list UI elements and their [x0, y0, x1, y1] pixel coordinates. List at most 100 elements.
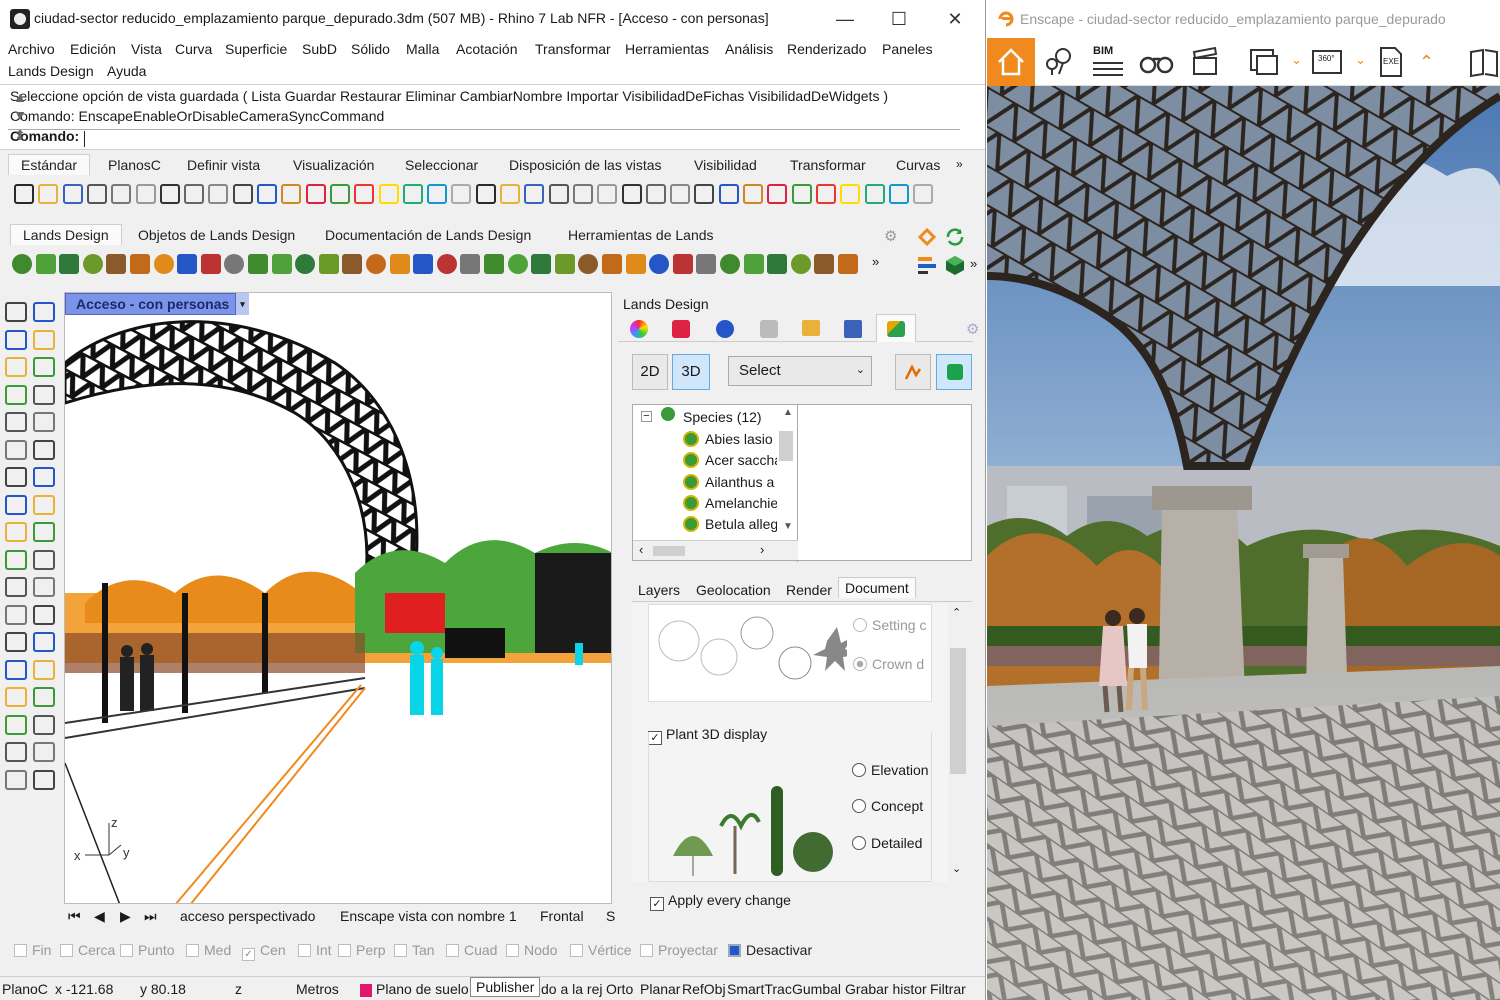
standard-tool-icon[interactable] — [913, 184, 934, 204]
status-smarttrack[interactable]: SmartTrac — [727, 981, 792, 997]
lands-tool-icon[interactable] — [82, 254, 103, 274]
last-view-icon[interactable]: ⏭ — [144, 908, 157, 925]
lands-tool-icon[interactable] — [767, 254, 788, 274]
tree-scroll-down-icon[interactable]: ▼ — [783, 521, 793, 532]
standard-tool-icon[interactable] — [329, 184, 350, 204]
osnap-checkbox[interactable] — [14, 944, 27, 957]
tab-definir-vista[interactable]: Definir vista — [187, 157, 260, 173]
lands-tool-icon[interactable] — [838, 254, 858, 274]
standard-tool-icon[interactable] — [743, 184, 763, 204]
left-tool-icon[interactable] — [33, 577, 55, 597]
standard-tool-icon[interactable] — [257, 184, 277, 204]
location-pins-icon[interactable] — [1043, 46, 1075, 78]
osnap-checkbox[interactable] — [338, 944, 351, 957]
tools-icon[interactable] — [760, 320, 778, 338]
osnap-vértice[interactable]: Vértice — [570, 942, 632, 958]
species-item[interactable]: Abies lasio — [705, 431, 777, 447]
standard-tool-icon[interactable] — [305, 184, 326, 204]
left-tool-icon[interactable] — [5, 329, 27, 350]
render-icon[interactable] — [716, 320, 734, 338]
osnap-checkbox[interactable] — [298, 944, 311, 957]
standard-tool-icon[interactable] — [548, 184, 569, 204]
left-tool-icon[interactable] — [33, 302, 55, 322]
osnap-fin[interactable]: Fin — [14, 942, 51, 958]
command-spin-icon[interactable]: ⬍ — [10, 127, 30, 145]
lands-tool-icon[interactable] — [130, 254, 150, 274]
standard-tool-icon[interactable] — [888, 184, 909, 204]
left-tool-icon[interactable] — [33, 769, 55, 790]
display-concept-option[interactable]: Concept — [852, 798, 923, 814]
lands-tool-icon[interactable] — [271, 254, 292, 274]
lands-tool-icon[interactable] — [436, 254, 457, 274]
osnap-cen[interactable]: ✓ Cen — [242, 942, 286, 961]
tree-scroll-right-icon[interactable]: › — [760, 542, 764, 557]
history-scroll-up-icon[interactable]: ▲ — [10, 89, 30, 107]
standard-tool-icon[interactable] — [791, 184, 812, 204]
binoculars-icon[interactable] — [1139, 48, 1175, 76]
doc-scroll-up-icon[interactable]: ⌃ — [952, 606, 961, 619]
lands-tool-icon[interactable] — [59, 254, 80, 274]
menu-herramientas[interactable]: Herramientas — [625, 41, 709, 57]
status-layer[interactable]: Plano de suelo — [376, 981, 469, 997]
panorama-360-icon[interactable]: 360° — [1311, 46, 1345, 78]
left-tool-icon[interactable] — [5, 384, 27, 405]
menu-transformar[interactable]: Transformar — [535, 41, 611, 57]
left-tool-icon[interactable] — [33, 604, 55, 625]
materials-icon[interactable] — [672, 320, 690, 338]
history-scroll-down-icon[interactable]: ▼ — [10, 107, 30, 125]
left-tool-icon[interactable] — [33, 714, 55, 735]
collapse-tree-icon[interactable]: − — [641, 411, 652, 422]
tab-herramientas-lands[interactable]: Herramientas de Lands — [568, 227, 714, 243]
osnap-punto[interactable]: Punto — [120, 942, 175, 958]
tree-scroll-left-icon[interactable]: ‹ — [639, 542, 643, 557]
lands-tool-icon[interactable] — [720, 254, 740, 274]
osnap-med[interactable]: Med — [186, 942, 231, 958]
left-tool-icon[interactable] — [5, 439, 27, 460]
species-item[interactable]: Amelanchie — [705, 495, 777, 511]
lands-tool-icon[interactable] — [224, 254, 245, 274]
status-gumball[interactable]: Gumbal — [792, 981, 841, 997]
osnap-checkbox[interactable] — [728, 944, 741, 957]
left-tool-icon[interactable] — [5, 467, 27, 487]
standard-tool-icon[interactable] — [427, 184, 448, 204]
tab-curvas[interactable]: Curvas — [896, 157, 940, 173]
enscape-sync-icon[interactable] — [944, 226, 966, 248]
osnap-checkbox[interactable] — [506, 944, 519, 957]
enscape-start-icon[interactable] — [916, 226, 938, 248]
lands-tool-icon[interactable] — [342, 254, 363, 274]
panel-settings-icon[interactable]: ⚙ — [966, 320, 979, 338]
lands-options-tab[interactable] — [876, 314, 916, 342]
viewtab-enscape-vista[interactable]: Enscape vista con nombre 1 — [340, 908, 517, 924]
status-units[interactable]: Metros — [296, 981, 339, 997]
osnap-checkbox[interactable] — [640, 944, 653, 957]
lands-tool-icon[interactable] — [484, 254, 504, 274]
lands-tool-icon[interactable] — [460, 254, 481, 274]
menu-archivo[interactable]: Archivo — [8, 41, 55, 57]
menu-lands-design[interactable]: Lands Design — [8, 63, 94, 79]
doc-scroll-thumb[interactable] — [950, 648, 966, 774]
lands-toolbar-overflow-icon[interactable]: » — [872, 254, 879, 269]
tabs-overflow-icon[interactable]: » — [956, 157, 963, 171]
left-tool-icon[interactable] — [5, 714, 27, 735]
standard-tool-icon[interactable] — [500, 184, 520, 204]
species-item[interactable]: Betula alleg — [705, 516, 777, 532]
standard-tool-icon[interactable] — [159, 184, 180, 204]
left-tool-icon[interactable] — [33, 467, 55, 487]
prev-view-icon[interactable]: ◀ — [94, 908, 105, 925]
osnap-proyectar[interactable]: Proyectar — [640, 942, 718, 958]
tab-visibilidad[interactable]: Visibilidad — [694, 157, 757, 173]
left-tool-icon[interactable] — [5, 742, 27, 762]
menu-edicion[interactable]: Edición — [70, 41, 116, 57]
standard-tool-icon[interactable] — [694, 184, 715, 204]
left-tool-icon[interactable] — [5, 687, 27, 707]
help-icon[interactable] — [844, 320, 862, 338]
left-tool-icon[interactable] — [5, 604, 27, 625]
osnap-checkbox[interactable] — [186, 944, 199, 957]
lands-tool-icon[interactable] — [507, 254, 528, 274]
tab-lands-design[interactable]: Lands Design — [10, 224, 122, 245]
tab-geolocation[interactable]: Geolocation — [696, 582, 771, 598]
left-tool-icon[interactable] — [33, 494, 55, 515]
lands-tool-icon[interactable] — [554, 254, 575, 274]
status-planar[interactable]: Planar — [640, 981, 680, 997]
left-tool-icon[interactable] — [33, 384, 55, 405]
